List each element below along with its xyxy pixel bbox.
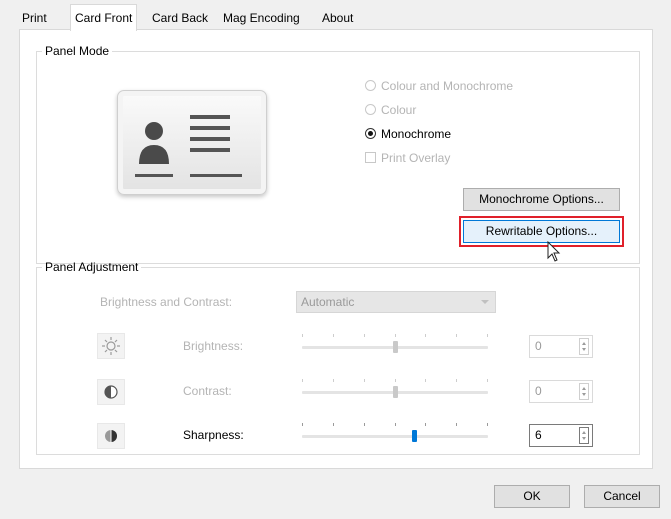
contrast-icon — [97, 379, 125, 405]
slider-thumb[interactable] — [393, 341, 398, 353]
slider-tick — [302, 423, 303, 426]
brightness-spinner[interactable]: 0 — [529, 335, 593, 358]
slider-tick — [302, 379, 303, 382]
sharpness-icon — [97, 423, 125, 449]
contrast-slider[interactable] — [302, 377, 488, 401]
spinner-arrows-icon[interactable] — [579, 427, 589, 444]
id-card-icon — [117, 90, 267, 195]
slider-tick — [395, 334, 396, 337]
slider-tick — [425, 423, 426, 426]
slider-tick — [487, 423, 488, 426]
slider-tick — [333, 423, 334, 426]
cancel-button[interactable]: Cancel — [584, 485, 660, 508]
tab-card-back[interactable]: Card Back — [148, 8, 212, 30]
slider-tick — [425, 334, 426, 337]
sharpness-slider[interactable] — [302, 421, 488, 445]
brightness-icon — [97, 333, 125, 359]
radio-monochrome[interactable]: Monochrome — [365, 125, 451, 143]
slider-tick — [333, 334, 334, 337]
tab-mag-encoding[interactable]: Mag Encoding — [219, 8, 304, 30]
sharpness-spinner[interactable]: 6 — [529, 424, 593, 447]
slider-tick — [456, 334, 457, 337]
radio-colour-and-monochrome[interactable]: Colour and Monochrome — [365, 77, 513, 95]
panel-mode-legend: Panel Mode — [45, 44, 110, 58]
spinner-arrows-icon[interactable] — [579, 338, 589, 355]
slider-tick — [425, 379, 426, 382]
chevron-down-icon — [481, 300, 489, 304]
checkbox-icon — [365, 152, 376, 163]
slider-tick — [395, 379, 396, 382]
brightness-contrast-select[interactable]: Automatic — [296, 291, 496, 313]
tab-card-front[interactable]: Card Front — [70, 4, 138, 31]
slider-thumb[interactable] — [412, 430, 417, 442]
brightness-slider[interactable] — [302, 332, 488, 356]
contrast-spinner[interactable]: 0 — [529, 380, 593, 403]
radio-colour[interactable]: Colour — [365, 101, 416, 119]
slider-tick — [333, 379, 334, 382]
ok-button[interactable]: OK — [494, 485, 570, 508]
slider-tick — [364, 423, 365, 426]
radio-selected-icon — [365, 128, 376, 139]
slider-tick — [456, 379, 457, 382]
radio-circle-icon — [365, 80, 376, 91]
slider-thumb[interactable] — [393, 386, 398, 398]
slider-tick — [364, 379, 365, 382]
radio-circle-icon — [365, 104, 376, 115]
slider-tick — [487, 379, 488, 382]
slider-tick — [456, 423, 457, 426]
spinner-arrows-icon[interactable] — [579, 383, 589, 400]
card-front-panel: Panel Mode Colour and Monochrome Colour … — [19, 29, 653, 469]
sharpness-label: Sharpness: — [183, 428, 244, 442]
brightness-label: Brightness: — [183, 339, 244, 353]
rewritable-options-button[interactable]: Rewritable Options... — [463, 220, 620, 243]
slider-tick — [302, 334, 303, 337]
tab-strip: Print Card Front Card Back Mag Encoding … — [0, 0, 671, 31]
tab-print[interactable]: Print — [18, 8, 51, 30]
contrast-label: Contrast: — [183, 384, 232, 398]
print-overlay-checkbox[interactable]: Print Overlay — [365, 149, 450, 167]
slider-tick — [395, 423, 396, 426]
panel-adjustment-legend: Panel Adjustment — [45, 260, 139, 274]
tab-about[interactable]: About — [318, 8, 357, 30]
slider-tick — [364, 334, 365, 337]
brightness-and-contrast-label: Brightness and Contrast: — [100, 295, 233, 309]
slider-tick — [487, 334, 488, 337]
monochrome-options-button[interactable]: Monochrome Options... — [463, 188, 620, 211]
